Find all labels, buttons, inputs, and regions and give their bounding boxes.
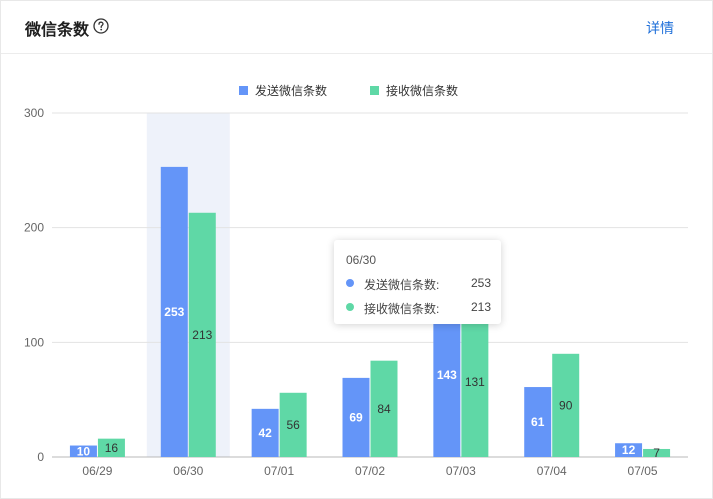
y-tick-label: 0 (37, 450, 44, 464)
tooltip-date: 06/30 (346, 253, 377, 267)
bar-value-label: 213 (192, 328, 212, 342)
tooltip-row-receive: 接收微信条数: 213 (346, 299, 491, 316)
chart-tooltip: 06/30 发送微信条数: 253 接收微信条数: 213 (334, 240, 501, 324)
highlight-band (146, 113, 230, 457)
bar-value-label: 12 (622, 443, 636, 457)
x-tick-label: 07/03 (446, 464, 476, 478)
tooltip-receive-dot (346, 303, 354, 311)
bar-value-label: 90 (559, 398, 573, 412)
legend-label: 发送微信条数 (255, 83, 327, 98)
x-tick-label: 07/02 (355, 464, 385, 478)
legend-label: 接收微信条数 (386, 83, 458, 98)
card-header: 微信条数 详情 (1, 1, 712, 54)
detail-link[interactable]: 详情 (646, 18, 674, 38)
x-tick-label: 07/01 (264, 464, 294, 478)
x-tick-label: 06/29 (82, 464, 112, 478)
legend-swatch-0 (239, 86, 248, 95)
bar-value-label: 42 (258, 426, 272, 440)
card-title: 微信条数 (25, 22, 90, 39)
bar-value-label: 143 (437, 368, 457, 382)
tooltip-send-label: 发送微信条数: (364, 278, 440, 292)
bar-value-label: 7 (653, 446, 660, 460)
tooltip-send-value: 253 (470, 276, 491, 290)
y-tick-label: 200 (24, 221, 44, 235)
bar-value-label: 84 (377, 402, 391, 416)
bar-value-label: 253 (164, 305, 184, 319)
tooltip-receive-value: 213 (470, 300, 491, 314)
legend-swatch-1 (370, 86, 379, 95)
help-circle-icon[interactable] (93, 18, 109, 34)
tooltip-row-send: 发送微信条数: 253 (346, 275, 491, 292)
bar-value-label: 10 (77, 444, 91, 458)
bar-value-label: 61 (531, 415, 545, 429)
bar-value-label: 131 (465, 375, 485, 389)
x-tick-label: 07/04 (537, 464, 567, 478)
tooltip-send-dot (346, 279, 354, 287)
y-tick-label: 300 (24, 106, 44, 120)
x-tick-label: 07/05 (628, 464, 658, 478)
bar-value-label: 69 (349, 410, 363, 424)
bar-value-label: 56 (286, 418, 300, 432)
x-tick-label: 06/30 (173, 464, 203, 478)
bar-value-label: 16 (105, 441, 119, 455)
y-tick-label: 100 (24, 335, 44, 349)
tooltip-receive-label: 接收微信条数: (364, 302, 440, 316)
